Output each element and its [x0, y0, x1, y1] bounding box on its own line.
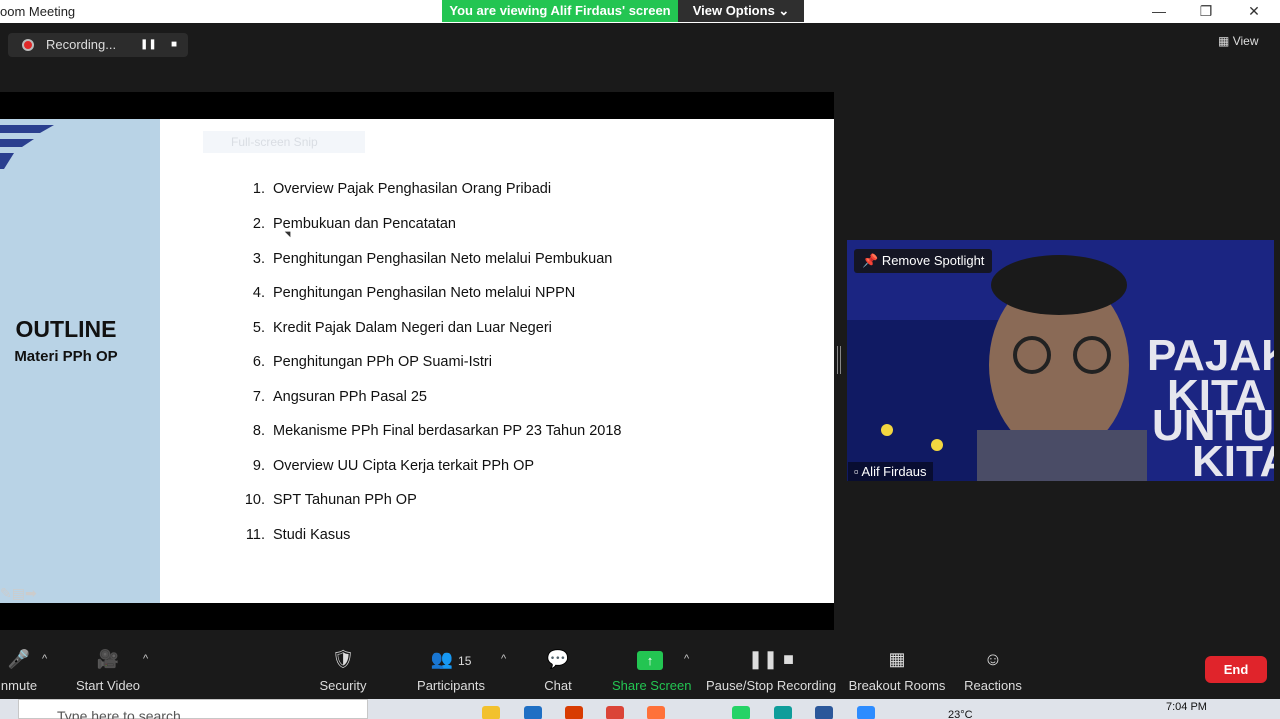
chrome-icon[interactable] [606, 706, 624, 719]
list-item: 11. Studi Kasus [245, 527, 351, 543]
view-button-label: View [1232, 34, 1259, 48]
edge-icon[interactable] [774, 706, 792, 719]
share-screen-icon: ↑ [612, 649, 688, 673]
list-item: 7. Angsuran PPh Pasal 25 [252, 389, 427, 405]
outlook-icon[interactable] [524, 706, 542, 719]
snip-toolbar: Full-screen Snip [203, 131, 365, 153]
next-arrow-icon[interactable]: ➡ [25, 585, 37, 601]
participant-name-tag: ▫ Alif Firdaus [848, 462, 933, 481]
slide-title: OUTLINE [15, 316, 117, 342]
share-screen-button[interactable]: ↑ Share Screen [612, 637, 692, 699]
list-item: 9. Overview UU Cipta Kerja terkait PPh OP [252, 458, 535, 474]
chat-bubble-icon: 💬 [546, 649, 570, 669]
participant-name: Alif Firdaus [861, 464, 927, 479]
split-drag-handle[interactable] [837, 346, 841, 374]
list-item: 5. Kredit Pajak Dalam Negeri dan Luar Neg… [252, 320, 552, 336]
os-taskbar: Type here to search 23°C 7:04 PM [0, 699, 1280, 719]
weather-temperature: 23°C [948, 709, 973, 719]
view-options-button[interactable]: View Options ⌄ [678, 0, 804, 22]
meeting-toolbar: 🎤 nmute ^ 🎥 Start Video ^ 🛡 Security 👥 1… [0, 637, 1280, 699]
stop-recording-icon[interactable]: ■ [166, 37, 182, 53]
recording-dot-icon [22, 39, 34, 51]
participant-video: PAJAK KITA UNTUK KITA [847, 240, 1274, 481]
participants-options-caret[interactable]: ^ [501, 653, 506, 665]
close-button[interactable]: ✕ [1231, 0, 1277, 23]
slide-tools[interactable]: ✎▤➡ [0, 585, 37, 602]
remove-spotlight-button[interactable]: 📌 Remove Spotlight [854, 249, 993, 273]
breakout-rooms-button[interactable]: ▦ Breakout Rooms [848, 637, 946, 699]
list-item: 3. Penghitungan Penghasilan Neto melalui … [252, 251, 613, 267]
firefox-icon[interactable] [647, 706, 665, 719]
backdrop-text: KITA [1192, 437, 1274, 481]
video-off-icon: 🎥 [96, 649, 120, 669]
video-options-caret[interactable]: ^ [143, 653, 148, 665]
list-item: 2. Pembukuan dan Pencatatan [252, 216, 456, 232]
slide-subtitle: Materi PPh OP [14, 348, 118, 365]
breakout-grid-icon: ▦ [888, 649, 906, 669]
office-icon[interactable] [565, 706, 583, 719]
audio-options-caret[interactable]: ^ [42, 653, 47, 665]
share-options-caret[interactable]: ^ [684, 653, 689, 665]
zoom-icon[interactable] [857, 706, 875, 719]
pause-recording-icon[interactable]: ❚❚ [140, 37, 157, 53]
menu-icon[interactable]: ▤ [12, 585, 25, 601]
minimize-button[interactable]: — [1136, 0, 1182, 23]
participants-icon: 👥 15 [430, 649, 472, 669]
list-item: 8. Mekanisme PPh Final berdasarkan PP 23 … [252, 423, 622, 439]
taskbar-search[interactable]: Type here to search [18, 699, 368, 719]
emoji-icon: ☺ [983, 649, 1003, 669]
end-meeting-button[interactable]: End [1205, 656, 1267, 683]
list-item: 4. Penghitungan Penghasilan Neto melalui … [252, 285, 576, 301]
list-item: 6. Penghitungan PPh OP Suami-Istri [252, 354, 492, 370]
participant-count: 15 [458, 654, 472, 668]
muted-mic-icon: 🎤 [7, 649, 31, 669]
clock-time: 7:04 PM [1166, 701, 1207, 713]
pen-icon[interactable]: ✎ [0, 585, 12, 601]
start-video-button[interactable]: 🎥 Start Video [72, 637, 144, 699]
word-icon[interactable] [815, 706, 833, 719]
search-placeholder: Type here to search [57, 708, 181, 719]
video-backdrop: PAJAK KITA UNTUK KITA [847, 240, 1274, 481]
security-button[interactable]: 🛡 Security [312, 637, 374, 699]
participants-button[interactable]: 👥 15 Participants [412, 637, 490, 699]
pin-icon: 📌 [862, 253, 879, 268]
grid-icon: ▦ [1218, 34, 1230, 48]
share-letterbox-top [0, 92, 834, 119]
window-title: oom Meeting [0, 4, 76, 19]
list-item: 1. Overview Pajak Penghasilan Orang Priba… [252, 181, 552, 197]
reactions-button[interactable]: ☺ Reactions [963, 637, 1023, 699]
share-letterbox-bottom [0, 603, 834, 630]
recording-label: Recording... [46, 37, 117, 52]
signal-bars-icon: ▫ [854, 464, 859, 479]
logo-icon [0, 125, 54, 169]
pause-stop-recording-button[interactable]: ❚❚ ■ Pause/Stop Recording [706, 637, 836, 699]
file-explorer-icon[interactable] [482, 706, 500, 719]
recording-indicator: Recording... ❚❚ ■ [8, 33, 188, 57]
unmute-button[interactable]: 🎤 nmute [0, 637, 38, 699]
list-item: 10. SPT Tahunan PPh OP [244, 492, 417, 508]
slide-sidebar: OUTLINE Materi PPh OP [0, 119, 160, 603]
remove-spotlight-label: Remove Spotlight [881, 253, 985, 268]
shield-icon: 🛡 [331, 649, 355, 669]
pause-stop-icon: ❚❚ ■ [747, 649, 795, 669]
restore-button[interactable]: ❐ [1183, 0, 1229, 23]
view-button[interactable]: ▦ View [1218, 34, 1258, 48]
chat-button[interactable]: 💬 Chat [536, 637, 580, 699]
shared-slide: OUTLINE Materi PPh OP Full-screen Snip 1… [0, 119, 834, 603]
whatsapp-icon[interactable] [732, 706, 750, 719]
viewing-screen-banner: You are viewing Alif Firdaus' screen [442, 0, 678, 22]
